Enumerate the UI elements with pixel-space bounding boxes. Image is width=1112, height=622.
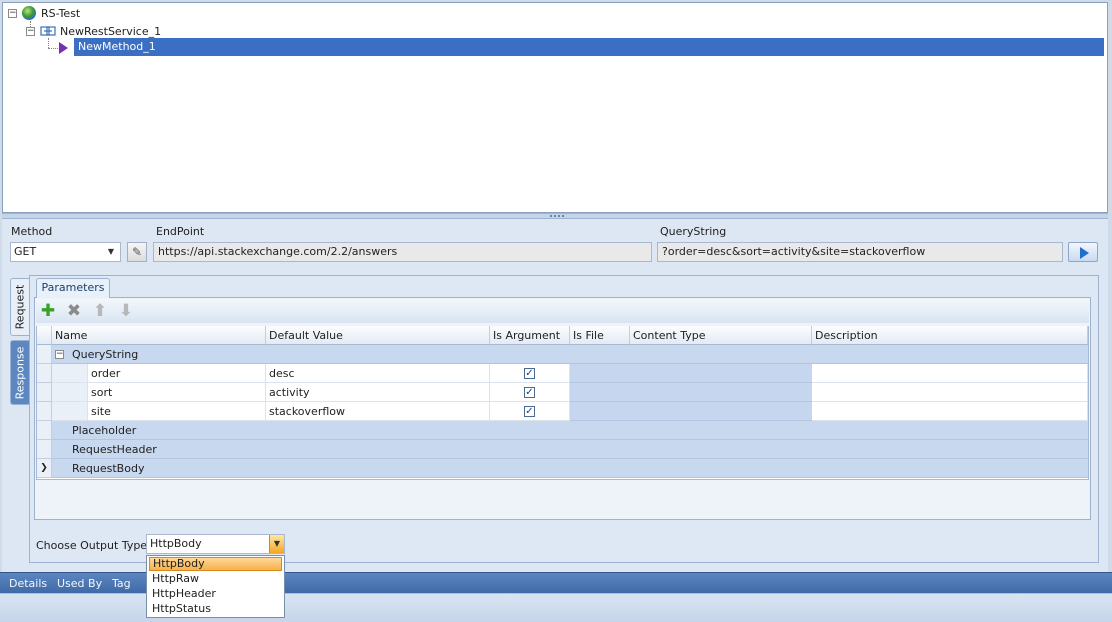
row-spacer — [52, 383, 88, 402]
param-name[interactable]: sort — [88, 383, 266, 402]
param-name[interactable]: site — [88, 402, 266, 421]
collapse-service-icon[interactable]: − — [26, 27, 35, 36]
project-tree[interactable] — [2, 2, 1108, 213]
pencil-icon: ✎ — [131, 245, 143, 259]
tab-request[interactable]: Request — [10, 278, 30, 336]
endpoint-label: EndPoint — [156, 225, 205, 238]
content-type-cell[interactable] — [630, 383, 812, 402]
output-type-select[interactable]: HttpBody — [146, 534, 285, 554]
edit-method-button[interactable]: ✎ — [127, 242, 147, 262]
tab-used-by[interactable]: Used By — [57, 577, 102, 590]
tree-node-root[interactable]: RS-Test — [41, 5, 80, 22]
run-button[interactable] — [1068, 242, 1098, 262]
grid-corner — [37, 326, 52, 345]
querystring-label: QueryString — [660, 225, 727, 238]
content-type-cell[interactable] — [630, 364, 812, 383]
output-type-value: HttpBody — [150, 537, 202, 550]
delete-icon[interactable]: ✖ — [65, 302, 83, 320]
param-default-value[interactable]: desc — [266, 364, 490, 383]
row-spacer — [52, 402, 88, 421]
is-file-cell[interactable] — [570, 383, 630, 402]
param-default-value[interactable]: activity — [266, 383, 490, 402]
querystring-field[interactable]: ?order=desc&sort=activity&site=stackover… — [657, 242, 1063, 262]
group-row-querystring[interactable] — [52, 345, 1088, 364]
row-indicator-current[interactable]: ❯ — [37, 459, 52, 478]
group-label: Placeholder — [72, 424, 137, 437]
content-type-cell[interactable] — [630, 402, 812, 421]
chevron-down-icon[interactable]: ▼ — [104, 245, 118, 259]
group-row-requestbody[interactable] — [52, 459, 1088, 478]
chevron-down-icon[interactable]: ▼ — [269, 535, 284, 553]
group-label: QueryString — [72, 348, 139, 361]
column-header-is-file[interactable]: Is File — [570, 326, 630, 345]
option-httpstatus[interactable]: HttpStatus — [149, 602, 282, 616]
tab-parameters[interactable]: Parameters — [36, 278, 110, 298]
row-indicator[interactable] — [37, 402, 52, 421]
is-file-cell[interactable] — [570, 364, 630, 383]
is-argument-checkbox[interactable]: ✓ — [524, 368, 535, 379]
http-method-value: GET — [14, 245, 37, 258]
parameters-toolbar — [36, 299, 1089, 323]
method-icon — [59, 42, 68, 54]
output-type-label: Choose Output Type — [36, 539, 148, 552]
description-cell[interactable] — [812, 402, 1088, 421]
column-header-name[interactable]: Name — [52, 326, 266, 345]
is-file-cell[interactable] — [570, 402, 630, 421]
tree-node-method-selected[interactable]: NewMethod_1 — [74, 38, 1104, 56]
option-httpbody[interactable]: HttpBody — [149, 557, 282, 571]
method-label: Method — [11, 225, 53, 238]
column-header-content-type[interactable]: Content Type — [630, 326, 812, 345]
column-header-description[interactable]: Description — [812, 326, 1088, 345]
row-indicator[interactable] — [37, 440, 52, 459]
is-argument-checkbox[interactable]: ✓ — [524, 406, 535, 417]
column-header-is-argument[interactable]: Is Argument — [490, 326, 570, 345]
tab-tag[interactable]: Tag — [112, 577, 131, 590]
option-httpraw[interactable]: HttpRaw — [149, 572, 282, 586]
collapse-root-icon[interactable]: − — [8, 9, 17, 18]
service-icon — [40, 26, 56, 36]
row-indicator[interactable] — [37, 345, 52, 364]
group-row-requestheader[interactable] — [52, 440, 1088, 459]
group-row-placeholder[interactable] — [52, 421, 1088, 440]
globe-icon — [22, 6, 36, 20]
row-indicator[interactable] — [37, 421, 52, 440]
param-name[interactable]: order — [88, 364, 266, 383]
output-type-dropdown[interactable]: HttpBody HttpRaw HttpHeader HttpStatus — [146, 555, 285, 618]
move-up-icon[interactable]: ⬆ — [91, 302, 109, 320]
row-spacer — [52, 364, 88, 383]
group-label: RequestBody — [72, 462, 145, 475]
column-header-default-value[interactable]: Default Value — [266, 326, 490, 345]
tab-response-label: Response — [13, 346, 27, 399]
is-argument-checkbox[interactable]: ✓ — [524, 387, 535, 398]
tree-connector — [48, 38, 49, 48]
option-httpheader[interactable]: HttpHeader — [149, 587, 282, 601]
description-cell[interactable] — [812, 383, 1088, 402]
play-icon — [1080, 247, 1089, 259]
description-cell[interactable] — [812, 364, 1088, 383]
collapse-group-icon[interactable]: − — [55, 350, 64, 359]
grip-icon — [550, 215, 564, 217]
http-method-select[interactable]: GET ▼ — [10, 242, 121, 262]
move-down-icon[interactable]: ⬇ — [117, 302, 135, 320]
endpoint-field[interactable]: https://api.stackexchange.com/2.2/answer… — [153, 242, 652, 262]
tree-connector — [48, 48, 58, 49]
add-icon[interactable]: ✚ — [39, 302, 57, 320]
row-indicator[interactable] — [37, 383, 52, 402]
row-indicator[interactable] — [37, 364, 52, 383]
group-label: RequestHeader — [72, 443, 157, 456]
tab-response[interactable]: Response — [10, 340, 30, 405]
chevron-right-icon: ❯ — [40, 463, 48, 473]
param-default-value[interactable]: stackoverflow — [266, 402, 490, 421]
tab-request-label: Request — [13, 284, 27, 330]
tab-details[interactable]: Details — [9, 577, 47, 590]
